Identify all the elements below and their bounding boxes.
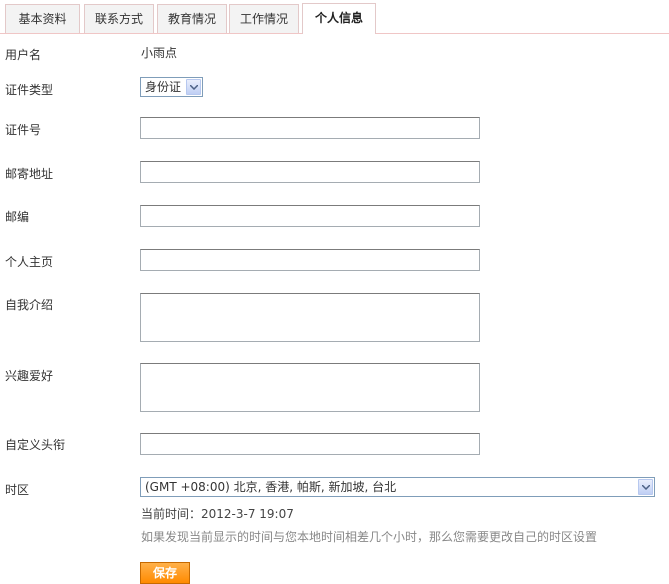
- save-button[interactable]: 保存: [140, 562, 190, 584]
- id-type-selected: 身份证: [145, 80, 182, 94]
- id-type-select[interactable]: 身份证: [140, 77, 203, 97]
- timezone-note: 如果发现当前显示的时间与您本地时间相差几个小时，那么您需要更改自己的时区设置: [141, 530, 598, 544]
- chevron-down-icon[interactable]: [186, 79, 201, 95]
- id-type-label: 证件类型: [5, 83, 54, 97]
- id-number-label: 证件号: [5, 123, 42, 137]
- address-label: 邮寄地址: [5, 167, 54, 181]
- tab-basic-info[interactable]: 基本资料: [5, 4, 80, 33]
- timezone-label: 时区: [5, 483, 30, 497]
- current-time: 当前时间：2012-3-7 19:07: [141, 507, 294, 521]
- username-value: 小雨点: [141, 46, 178, 60]
- username-label: 用户名: [5, 48, 42, 62]
- hobbies-label: 兴趣爱好: [5, 369, 54, 383]
- homepage-label: 个人主页: [5, 255, 54, 269]
- hobbies-textarea[interactable]: [140, 363, 480, 412]
- custom-title-label: 自定义头衔: [5, 438, 66, 452]
- timezone-select[interactable]: (GMT +08:00) 北京, 香港, 帕斯, 新加坡, 台北: [140, 477, 655, 497]
- tab-work[interactable]: 工作情况: [229, 4, 299, 33]
- tab-personal-info[interactable]: 个人信息: [302, 3, 376, 34]
- tab-education[interactable]: 教育情况: [157, 4, 227, 33]
- homepage-field[interactable]: [140, 249, 480, 271]
- zipcode-field[interactable]: [140, 205, 480, 227]
- custom-title-field[interactable]: [140, 433, 480, 455]
- profile-tabs: 基本资料 联系方式 教育情况 工作情况 个人信息: [0, 0, 669, 35]
- bio-textarea[interactable]: [140, 293, 480, 342]
- bio-label: 自我介绍: [5, 298, 54, 312]
- chevron-down-icon[interactable]: [638, 479, 653, 495]
- tab-contact[interactable]: 联系方式: [84, 4, 154, 33]
- address-field[interactable]: [140, 161, 480, 183]
- id-number-field[interactable]: [140, 117, 480, 139]
- zipcode-label: 邮编: [5, 210, 30, 224]
- timezone-selected: (GMT +08:00) 北京, 香港, 帕斯, 新加坡, 台北: [145, 480, 397, 494]
